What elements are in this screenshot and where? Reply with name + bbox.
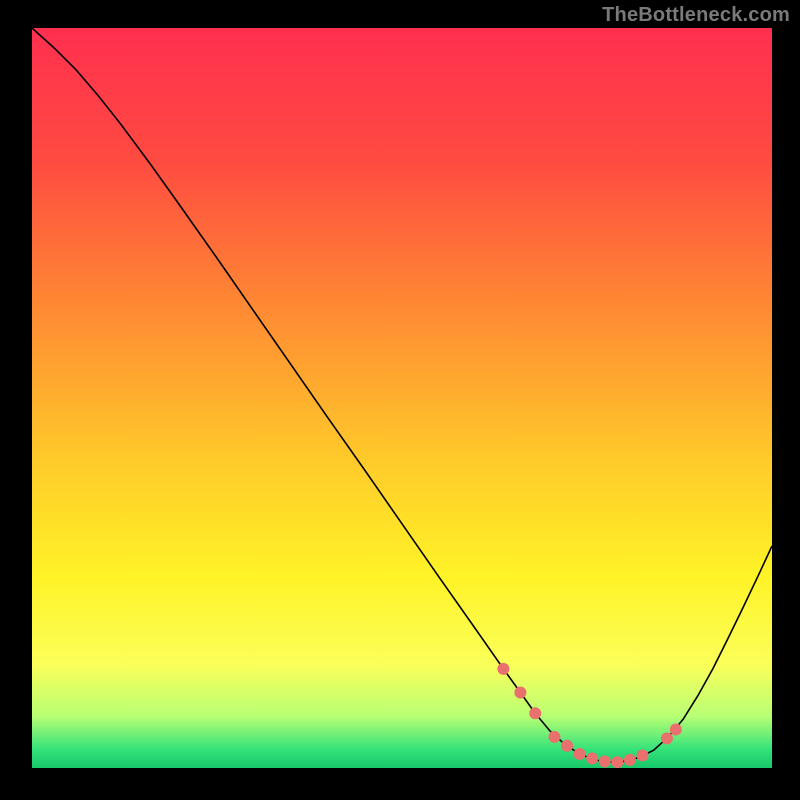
chart-svg — [32, 28, 772, 768]
watermark-label: TheBottleneck.com — [602, 4, 790, 27]
marker-dot — [548, 731, 560, 743]
chart-canvas: TheBottleneck.com — [0, 0, 800, 800]
gradient-background — [32, 28, 772, 768]
marker-dot — [514, 687, 526, 699]
marker-dot — [561, 740, 573, 752]
marker-dot — [611, 756, 623, 768]
marker-dot — [529, 707, 541, 719]
marker-dot — [637, 749, 649, 761]
marker-dot — [670, 724, 682, 736]
plot-area — [32, 28, 772, 768]
marker-dot — [624, 754, 636, 766]
marker-dot — [661, 732, 673, 744]
marker-dot — [497, 663, 509, 675]
marker-dot — [586, 752, 598, 764]
marker-dot — [599, 755, 611, 767]
marker-dot — [574, 748, 586, 760]
